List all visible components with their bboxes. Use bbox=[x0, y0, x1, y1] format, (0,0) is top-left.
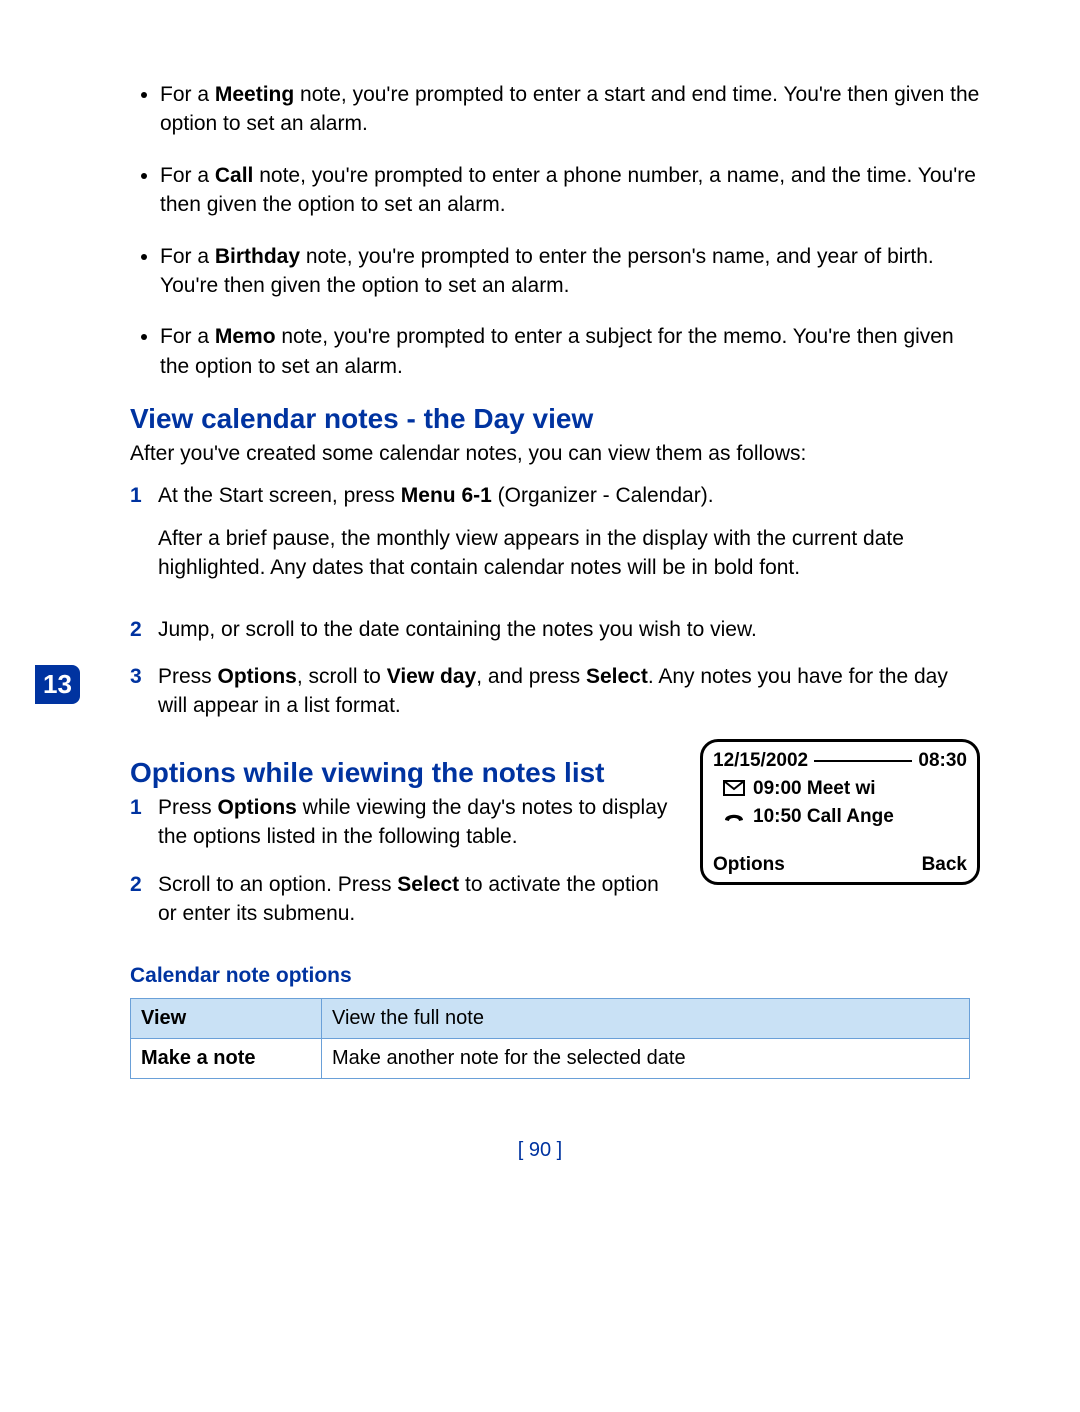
bullet-item: For a Meeting note, you're prompted to e… bbox=[160, 80, 980, 139]
step-number: 1 bbox=[130, 793, 158, 852]
table-value: View the full note bbox=[322, 999, 970, 1039]
step-item: 1 Press Options while viewing the day's … bbox=[130, 793, 680, 852]
step-item: 3 Press Options, scroll to View day, and… bbox=[130, 662, 980, 721]
phone-date: 12/15/2002 bbox=[713, 750, 808, 772]
phone-entry-1: 09:00 Meet wi bbox=[753, 778, 876, 800]
bullet-text: note, you're prompted to enter a subject… bbox=[160, 325, 954, 377]
bullet-type: Meeting bbox=[215, 83, 294, 106]
step-item: 2 Scroll to an option. Press Select to a… bbox=[130, 870, 680, 929]
page-number: [ 90 ] bbox=[100, 1139, 980, 1162]
section-heading-options: Options while viewing the notes list bbox=[130, 757, 680, 789]
step-number: 3 bbox=[130, 662, 158, 721]
bullet-list: For a Meeting note, you're prompted to e… bbox=[100, 80, 980, 381]
table-title: Calendar note options bbox=[130, 964, 980, 988]
table-value: Make another note for the selected date bbox=[322, 1039, 970, 1079]
phone-time: 08:30 bbox=[918, 750, 967, 772]
bullet-item: For a Call note, you're prompted to ente… bbox=[160, 161, 980, 220]
table-key: Make a note bbox=[131, 1039, 322, 1079]
phone-divider bbox=[814, 760, 912, 762]
phone-softkey-left: Options bbox=[713, 854, 785, 876]
envelope-icon bbox=[723, 780, 745, 798]
table-key: View bbox=[131, 999, 322, 1039]
phone-screen: 12/15/2002 08:30 09:00 Meet wi 10:50 Cal bbox=[700, 739, 980, 885]
phone-entry-2: 10:50 Call Ange bbox=[753, 806, 894, 828]
options-table: View View the full note Make a note Make… bbox=[130, 998, 970, 1079]
phone-softkey-right: Back bbox=[922, 854, 967, 876]
table-row: View View the full note bbox=[131, 999, 970, 1039]
section-heading-day-view: View calendar notes - the Day view bbox=[130, 403, 980, 435]
bullet-type: Memo bbox=[215, 325, 276, 348]
steps-day-view: 1 At the Start screen, press Menu 6-1 (O… bbox=[130, 481, 980, 721]
step-item: 1 At the Start screen, press Menu 6-1 (O… bbox=[130, 481, 980, 597]
section-intro: After you've created some calendar notes… bbox=[130, 439, 980, 468]
table-row: Make a note Make another note for the se… bbox=[131, 1039, 970, 1079]
step-item: 2 Jump, or scroll to the date containing… bbox=[130, 615, 980, 644]
bullet-type: Call bbox=[215, 164, 254, 187]
bullet-type: Birthday bbox=[215, 245, 300, 268]
step-number: 2 bbox=[130, 615, 158, 644]
chapter-tab: 13 bbox=[35, 665, 80, 704]
phone-icon bbox=[723, 809, 745, 825]
step-number: 1 bbox=[130, 481, 158, 597]
bullet-item: For a Birthday note, you're prompted to … bbox=[160, 242, 980, 301]
step-number: 2 bbox=[130, 870, 158, 929]
bullet-text: note, you're prompted to enter a phone n… bbox=[160, 164, 976, 216]
bullet-item: For a Memo note, you're prompted to ente… bbox=[160, 322, 980, 381]
